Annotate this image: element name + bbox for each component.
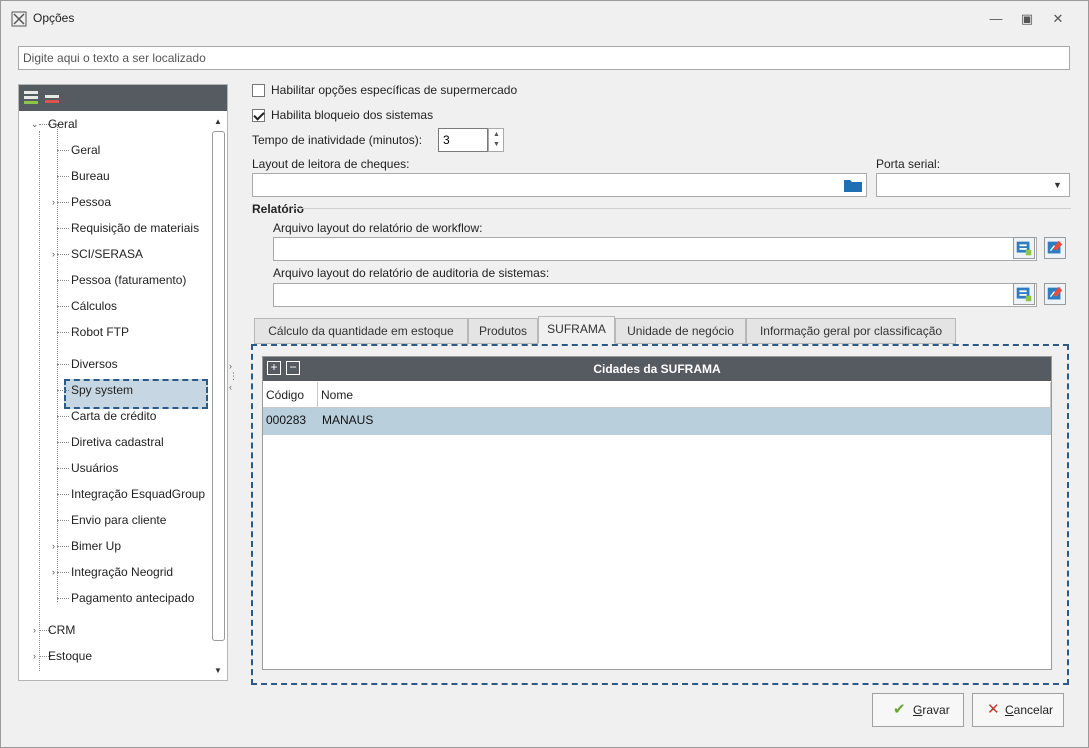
tree-scrollbar[interactable]: ▲ ▼ xyxy=(210,111,227,680)
table-row[interactable]: 000283 MANAUS xyxy=(263,408,1051,435)
tree-item-calculos[interactable]: Cálculos xyxy=(19,293,209,319)
tree-item-envio-cliente[interactable]: Envio para cliente xyxy=(19,507,209,533)
serial-port-label: Porta serial: xyxy=(876,157,941,171)
stepper-down-icon[interactable]: ▼ xyxy=(493,141,500,148)
chevron-down-icon[interactable]: ▼ xyxy=(1053,180,1062,190)
system-lock-checkbox[interactable] xyxy=(252,109,265,122)
workflow-layout-field[interactable] xyxy=(273,237,1037,261)
search-input[interactable] xyxy=(18,46,1070,70)
chevron-right-icon[interactable]: › xyxy=(52,189,55,215)
stepper-up-icon[interactable]: ▲ xyxy=(493,131,500,138)
cell-codigo: 000283 xyxy=(266,413,307,427)
chevron-right-icon[interactable]: › xyxy=(33,617,36,643)
report-edit-icon[interactable] xyxy=(1044,283,1066,305)
chevron-right-icon[interactable]: › xyxy=(33,643,36,669)
tree-item-bimer-up[interactable]: › Bimer Up xyxy=(19,533,209,559)
options-tree: ⌄ Geral Geral Bureau › Pessoa Requisição… xyxy=(18,84,228,681)
chevron-right-icon[interactable]: › xyxy=(52,559,55,585)
scroll-up-icon[interactable]: ▲ xyxy=(214,117,222,126)
grid-header: Cidades da SUFRAMA + − xyxy=(263,357,1051,381)
cell-nome: MANAUS xyxy=(322,413,374,427)
tree-item-estoque[interactable]: › Estoque xyxy=(19,643,209,669)
grid-title: Cidades da SUFRAMA xyxy=(593,362,721,376)
close-icon[interactable]: ✕ xyxy=(1048,9,1068,29)
scroll-down-icon[interactable]: ▼ xyxy=(214,666,222,675)
maximize-icon[interactable]: ▣ xyxy=(1017,9,1037,29)
report-section-divider xyxy=(291,208,1071,209)
tree-item-usuarios[interactable]: Usuários xyxy=(19,455,209,481)
tree-item-geral-group[interactable]: ⌄ Geral xyxy=(19,111,209,137)
tree-item-spy-system[interactable]: Spy system xyxy=(19,377,209,403)
tree-item-requisicao[interactable]: Requisição de materiais xyxy=(19,215,209,241)
check-icon: ✔ xyxy=(893,701,906,718)
report-section-label: Relatório xyxy=(252,202,305,216)
inactivity-label: Tempo de inatividade (minutos): xyxy=(252,133,423,147)
collapse-all-icon[interactable] xyxy=(45,90,61,104)
save-button[interactable]: ✔ Gravar xyxy=(872,693,964,727)
report-edit-icon[interactable] xyxy=(1044,237,1066,259)
check-reader-field[interactable] xyxy=(252,173,867,197)
panel-splitter[interactable]: › ⋮ ‹ xyxy=(229,361,238,401)
column-header-nome[interactable]: Nome xyxy=(318,382,1051,408)
window-title: Opções xyxy=(33,11,75,25)
tree-item-bureau[interactable]: Bureau xyxy=(19,163,209,189)
cancel-button[interactable]: ✕ Cancelar xyxy=(972,693,1064,727)
tree-item-diversos[interactable]: Diversos xyxy=(19,351,209,377)
chevron-right-icon[interactable]: › xyxy=(52,533,55,559)
supermarket-checkbox[interactable] xyxy=(252,84,265,97)
tree-item-diretiva-cadastral[interactable]: Diretiva cadastral xyxy=(19,429,209,455)
tree-item-integracao-neogrid[interactable]: › Integração Neogrid xyxy=(19,559,209,585)
tree-item-pagamento-antecipado[interactable]: Pagamento antecipado xyxy=(19,585,209,611)
supermarket-label: Habilitar opções específicas de supermer… xyxy=(271,83,518,97)
suframa-cities-grid: Cidades da SUFRAMA + − Código Nome 00028… xyxy=(262,356,1052,670)
options-window: Opções ― ▣ ✕ ⌄ Geral xyxy=(0,0,1089,748)
expand-all-icon[interactable] xyxy=(24,90,40,104)
report-preview-icon[interactable] xyxy=(1013,283,1035,305)
serial-port-select[interactable]: ▼ xyxy=(876,173,1070,197)
audit-layout-field[interactable] xyxy=(273,283,1037,307)
system-lock-label: Habilita bloqueio dos sistemas xyxy=(271,108,434,122)
tab-suframa[interactable]: SUFRAMA xyxy=(538,316,615,344)
inactivity-input[interactable] xyxy=(438,128,488,152)
tab-calculo-estoque[interactable]: Cálculo da quantidade em estoque xyxy=(254,318,468,344)
check-reader-label: Layout de leitora de cheques: xyxy=(252,157,410,171)
title-bar: Opções ― ▣ ✕ xyxy=(1,1,1088,35)
tree-list: ⌄ Geral Geral Bureau › Pessoa Requisição… xyxy=(19,111,209,680)
tree-item-crm[interactable]: › CRM xyxy=(19,617,209,643)
minimize-icon[interactable]: ― xyxy=(986,9,1006,29)
tree-item-sci-serasa[interactable]: › SCI/SERASA xyxy=(19,241,209,267)
chevron-down-icon[interactable]: ⌄ xyxy=(31,111,39,137)
tree-toolbar xyxy=(19,85,227,111)
tab-unidade-negocio[interactable]: Unidade de negócio xyxy=(615,318,746,344)
folder-icon[interactable] xyxy=(843,176,863,194)
report-preview-icon[interactable] xyxy=(1013,237,1035,259)
tree-item-robot-ftp[interactable]: Robot FTP xyxy=(19,319,209,345)
tree-item-geral[interactable]: Geral xyxy=(19,137,209,163)
add-icon[interactable]: + xyxy=(267,361,281,375)
close-x-icon: ✕ xyxy=(987,701,1000,718)
audit-layout-label: Arquivo layout do relatório de auditoria… xyxy=(273,266,550,280)
tab-produtos[interactable]: Produtos xyxy=(468,318,538,344)
tree-item-integracao-esquadgroup[interactable]: Integração EsquadGroup xyxy=(19,481,209,507)
column-header-codigo[interactable]: Código xyxy=(263,382,318,408)
scroll-thumb[interactable] xyxy=(212,131,225,641)
tab-informacao-geral[interactable]: Informação geral por classificação xyxy=(746,318,956,344)
workflow-layout-label: Arquivo layout do relatório de workflow: xyxy=(273,221,483,235)
tree-item-pessoa[interactable]: › Pessoa xyxy=(19,189,209,215)
tree-item-carta-credito[interactable]: Carta de crédito xyxy=(19,403,209,429)
inactivity-stepper[interactable]: ▲ ▼ xyxy=(488,128,504,152)
chevron-right-icon[interactable]: › xyxy=(52,241,55,267)
tree-item-pessoa-faturamento[interactable]: Pessoa (faturamento) xyxy=(19,267,209,293)
app-logo-icon xyxy=(11,11,27,27)
remove-icon[interactable]: − xyxy=(286,361,300,375)
